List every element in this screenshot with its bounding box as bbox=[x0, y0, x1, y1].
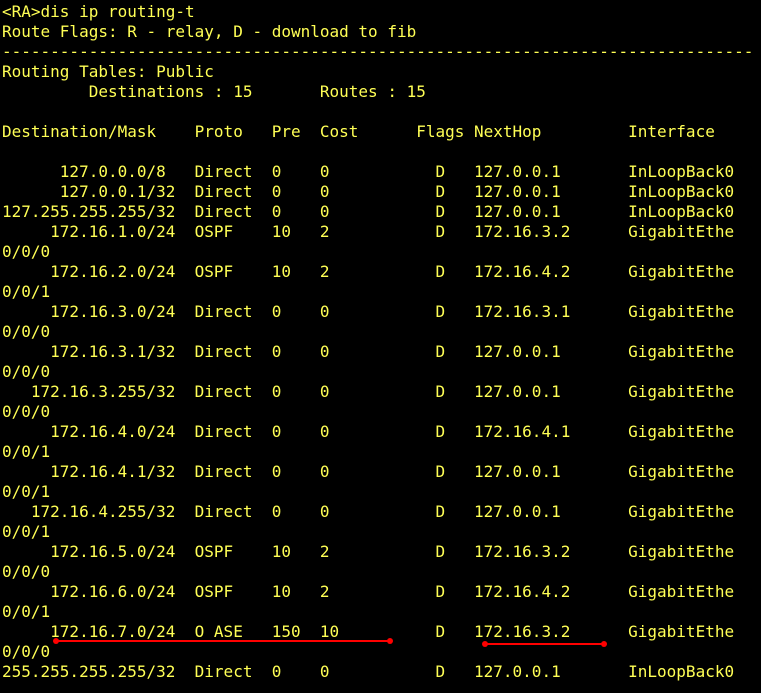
table-row-wrap: 0/0/0 bbox=[2, 322, 51, 341]
red-underline-annotation bbox=[56, 640, 390, 642]
table-row-wrap: 0/0/1 bbox=[2, 602, 51, 621]
destinations-routes-summary: Destinations : 15 Routes : 15 bbox=[2, 82, 426, 101]
table-row: 172.16.3.255/32 Direct 0 0 D 127.0.0.1 G… bbox=[2, 382, 735, 401]
table-row-wrap: 0/0/0 bbox=[2, 402, 51, 421]
command-line: <RA>dis ip routing-t bbox=[2, 2, 195, 21]
table-header: Destination/Mask Proto Pre Cost Flags Ne… bbox=[2, 122, 715, 141]
table-row: 172.16.4.1/32 Direct 0 0 D 127.0.0.1 Gig… bbox=[2, 462, 735, 481]
routing-tables-title: Routing Tables: Public bbox=[2, 62, 214, 81]
table-row-wrap: 0/0/0 bbox=[2, 362, 51, 381]
table-row: 172.16.3.0/24 Direct 0 0 D 172.16.3.1 Gi… bbox=[2, 302, 735, 321]
table-row: 127.0.0.1/32 Direct 0 0 D 127.0.0.1 InLo… bbox=[2, 182, 735, 201]
table-row: 172.16.6.0/24 OSPF 10 2 D 172.16.4.2 Gig… bbox=[2, 582, 735, 601]
table-row: 172.16.2.0/24 OSPF 10 2 D 172.16.4.2 Gig… bbox=[2, 262, 735, 281]
table-row-wrap: 0/0/0 bbox=[2, 642, 51, 661]
separator-line: ----------------------------------------… bbox=[2, 42, 754, 61]
table-row: 172.16.1.0/24 OSPF 10 2 D 172.16.3.2 Gig… bbox=[2, 222, 735, 241]
table-row: 172.16.5.0/24 OSPF 10 2 D 172.16.3.2 Gig… bbox=[2, 542, 735, 561]
terminal-window[interactable]: <RA>dis ip routing-t Route Flags: R - re… bbox=[0, 0, 761, 693]
route-flags-legend: Route Flags: R - relay, D - download to … bbox=[2, 22, 417, 41]
table-row: 127.0.0.0/8 Direct 0 0 D 127.0.0.1 InLoo… bbox=[2, 162, 735, 181]
table-row-wrap: 0/0/1 bbox=[2, 522, 51, 541]
table-row-wrap: 0/0/0 bbox=[2, 562, 51, 581]
table-row-wrap: 0/0/1 bbox=[2, 442, 51, 461]
red-underline-endpoint bbox=[387, 638, 393, 644]
table-row: 172.16.3.1/32 Direct 0 0 D 127.0.0.1 Gig… bbox=[2, 342, 735, 361]
table-row-highlighted: 172.16.7.0/24 O_ASE 150 10 D 172.16.3.2 … bbox=[2, 622, 735, 641]
red-underline-annotation bbox=[485, 643, 604, 645]
table-row-wrap: 0/0/1 bbox=[2, 482, 51, 501]
red-underline-endpoint bbox=[53, 638, 59, 644]
table-row-wrap: 0/0/0 bbox=[2, 242, 51, 261]
table-row: 255.255.255.255/32 Direct 0 0 D 127.0.0.… bbox=[2, 662, 735, 681]
table-row: 127.255.255.255/32 Direct 0 0 D 127.0.0.… bbox=[2, 202, 735, 221]
table-row: 172.16.4.255/32 Direct 0 0 D 127.0.0.1 G… bbox=[2, 502, 735, 521]
table-row-wrap: 0/0/1 bbox=[2, 282, 51, 301]
red-underline-endpoint bbox=[482, 641, 488, 647]
red-underline-endpoint bbox=[601, 641, 607, 647]
table-row: 172.16.4.0/24 Direct 0 0 D 172.16.4.1 Gi… bbox=[2, 422, 735, 441]
